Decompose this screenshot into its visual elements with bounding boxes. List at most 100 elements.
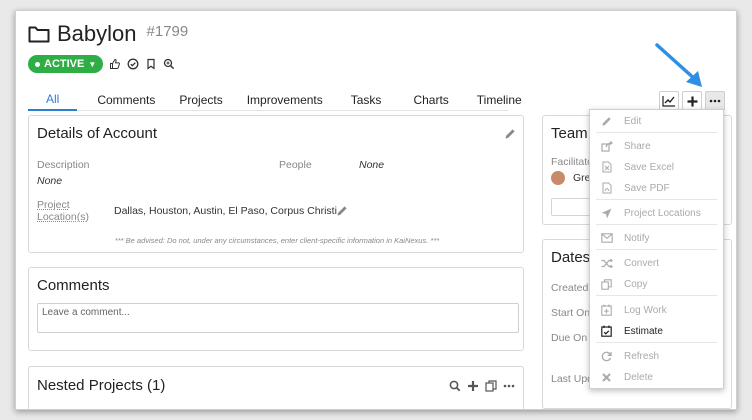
pencil-icon[interactable]	[336, 205, 348, 217]
menu-item-delete[interactable]: Delete	[590, 368, 723, 386]
pencil-icon	[602, 116, 611, 126]
menu-item-label: Copy	[624, 278, 648, 290]
menu-item-label: Estimate	[624, 325, 663, 337]
status-badge[interactable]: ACTIVE ▼	[28, 55, 104, 73]
menu-item-label: Convert	[624, 257, 660, 269]
shuffle-icon	[601, 258, 613, 268]
plus-icon[interactable]	[467, 380, 479, 392]
tab-improvements[interactable]: Improvements	[235, 89, 335, 111]
tab-tasks[interactable]: Tasks	[335, 89, 398, 111]
tab-all[interactable]: All	[28, 89, 78, 111]
line-chart-icon	[662, 96, 675, 107]
pointer-arrow-icon	[655, 43, 702, 87]
page-title: Babylon	[57, 21, 137, 46]
menu-item-label: Project Locations	[624, 207, 701, 219]
calendar-check-icon	[601, 325, 612, 337]
comments-card: Comments Leave a comment...	[28, 267, 524, 351]
project-number: #1799	[146, 22, 189, 40]
more-button[interactable]	[705, 91, 725, 111]
thumbs-up-icon[interactable]	[109, 58, 121, 70]
menu-item-notify[interactable]: Notify	[590, 229, 723, 247]
add-button[interactable]	[682, 91, 702, 111]
location-arrow-icon	[601, 208, 612, 218]
folder-icon	[28, 26, 50, 43]
tab-charts[interactable]: Charts	[397, 89, 464, 111]
status-dot-icon	[35, 61, 40, 67]
menu-item-copy[interactable]: Copy	[590, 275, 723, 293]
details-title: Details of Account	[37, 125, 158, 142]
people-label: People	[279, 159, 312, 171]
caret-down-icon: ▼	[88, 59, 97, 69]
menu-item-share[interactable]: Share	[590, 137, 723, 155]
due-on-label: Due On	[551, 332, 588, 344]
x-icon	[602, 372, 611, 382]
bookmark-icon[interactable]	[145, 58, 157, 70]
start-on-label: Start On	[551, 307, 591, 319]
menu-item-refresh[interactable]: Refresh	[590, 347, 723, 365]
tab-comments[interactable]: Comments	[77, 89, 167, 111]
menu-item-label: Delete	[624, 371, 653, 383]
created-label: Created	[551, 282, 589, 294]
tab-projects[interactable]: Projects	[167, 89, 234, 111]
last-updated-label: Last Upd	[551, 373, 594, 385]
menu-divider	[596, 342, 717, 343]
calendar-plus-icon	[601, 304, 612, 316]
share-icon	[600, 140, 613, 152]
description-value: None	[37, 175, 63, 187]
menu-item-label: Share	[624, 140, 651, 152]
menu-item-label: Log Work	[624, 304, 667, 316]
dates-title: Dates	[551, 249, 591, 266]
menu-item-estimate[interactable]: Estimate	[590, 322, 723, 340]
pencil-icon[interactable]	[504, 128, 516, 140]
comments-title: Comments	[37, 277, 110, 294]
refresh-icon	[601, 351, 612, 361]
menu-item-label: Refresh	[624, 350, 660, 362]
menu-item-label: Save Excel	[624, 161, 675, 173]
menu-item-label: Edit	[624, 115, 642, 127]
facilitator-label: Facilitato	[551, 156, 594, 168]
details-card: Details of Account Description None Peop…	[28, 115, 524, 253]
ellipsis-icon[interactable]	[503, 384, 515, 388]
tab-timeline[interactable]: Timeline	[465, 89, 534, 111]
menu-item-convert[interactable]: Convert	[590, 254, 723, 272]
menu-divider	[596, 249, 717, 250]
location-value: Dallas, Houston, Austin, El Paso, Corpus…	[114, 205, 337, 217]
excel-file-icon	[602, 161, 611, 173]
menu-item-log-work[interactable]: Log Work	[590, 301, 723, 319]
zoom-icon[interactable]	[163, 58, 175, 70]
comment-input[interactable]: Leave a comment...	[37, 303, 519, 333]
copy-icon[interactable]	[485, 380, 497, 392]
project-header: Babylon #1799	[28, 21, 188, 47]
menu-divider	[596, 224, 717, 225]
menu-item-label: Save PDF	[624, 182, 670, 194]
location-label-line2: Location(s)	[37, 211, 89, 223]
menu-divider	[596, 199, 717, 200]
advisory-note: *** Be advised: Do not, under any circum…	[114, 236, 440, 245]
menu-item-project-locations[interactable]: Project Locations	[590, 204, 723, 222]
menu-divider	[596, 132, 717, 133]
ellipsis-icon	[709, 99, 721, 103]
nested-projects-card: Nested Projects (1)	[28, 366, 524, 409]
team-member[interactable]: Gre	[573, 172, 591, 184]
avatar	[551, 171, 565, 185]
search-icon[interactable]	[449, 380, 461, 392]
pdf-file-icon	[602, 182, 611, 194]
people-value: None	[359, 159, 385, 171]
menu-item-save-excel[interactable]: Save Excel	[590, 158, 723, 176]
team-title: Team	[551, 125, 588, 142]
copy-icon	[601, 278, 612, 290]
menu-item-save-pdf[interactable]: Save PDF	[590, 179, 723, 197]
app-window: Babylon #1799 ACTIVE ▼ All Comments Proj…	[15, 10, 737, 410]
plus-icon	[687, 96, 697, 106]
tab-bar: All Comments Projects Improvements Tasks…	[28, 89, 522, 111]
location-label-line1: Project	[37, 199, 70, 211]
description-label: Description	[37, 159, 90, 171]
more-actions-menu: Edit Share Save Excel Save PDF Project L…	[589, 109, 724, 389]
status-label: ACTIVE	[44, 58, 85, 70]
menu-divider	[596, 295, 717, 296]
chart-button[interactable]	[659, 91, 679, 111]
location-label: Project Location(s)	[37, 199, 89, 223]
check-circle-icon[interactable]	[127, 58, 139, 70]
menu-item-edit[interactable]: Edit	[590, 112, 723, 130]
envelope-icon	[600, 233, 613, 243]
